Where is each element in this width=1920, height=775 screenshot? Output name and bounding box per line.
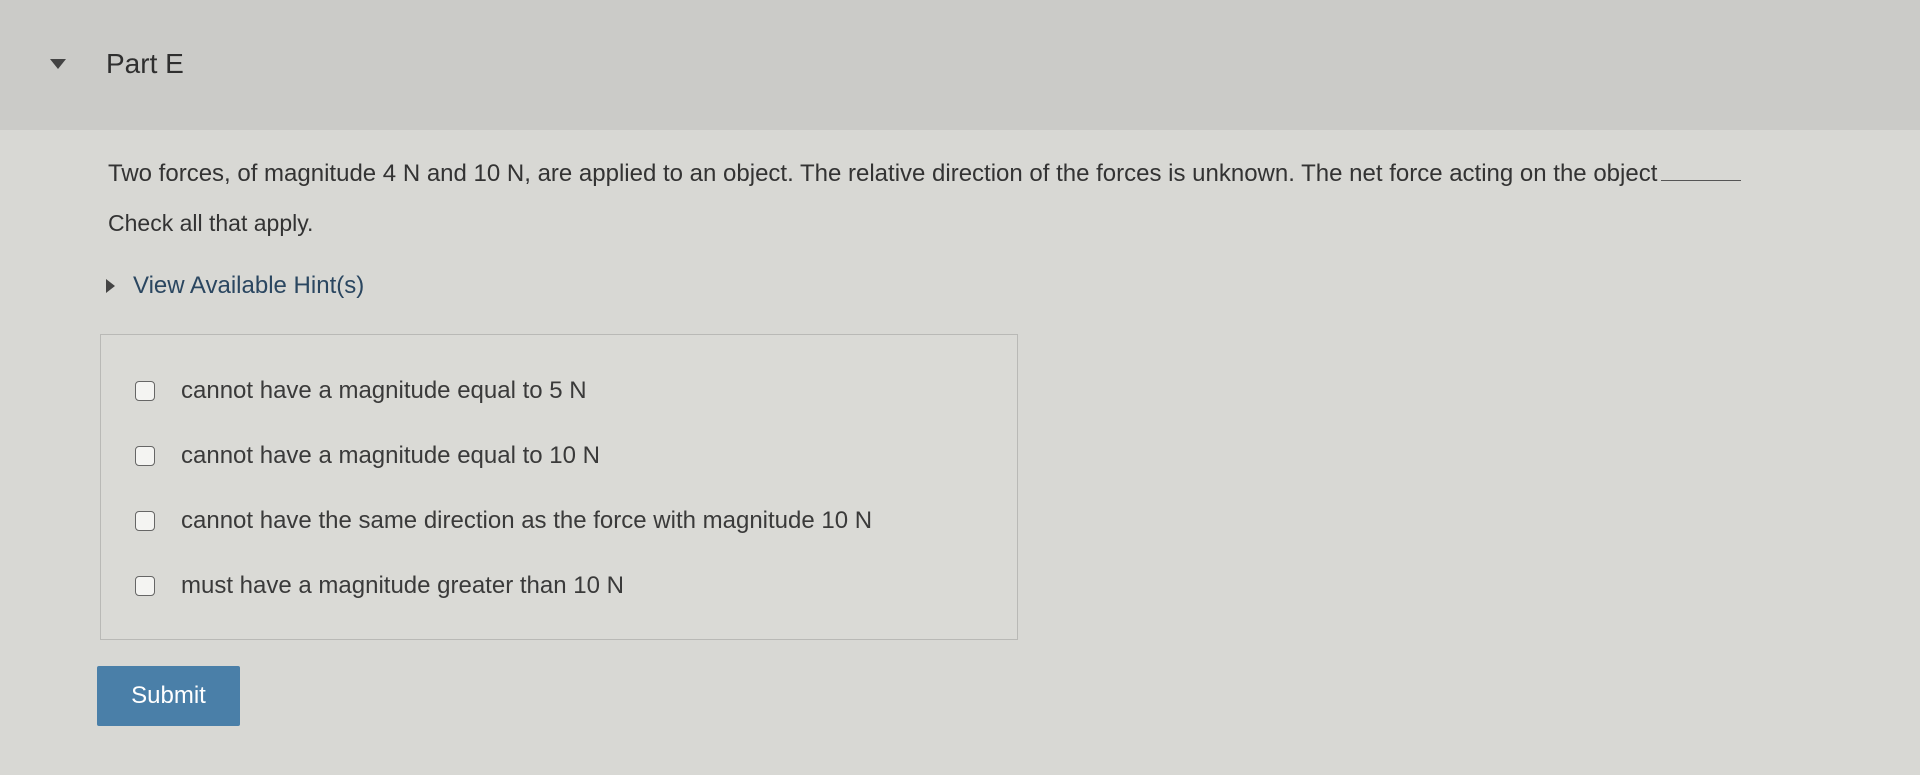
option-3[interactable]: cannot have the same direction as the fo…: [135, 507, 872, 535]
option-1-label: cannot have a magnitude equal to 5 N: [181, 377, 587, 404]
part-e-toggle[interactable]: Part E: [50, 42, 184, 86]
instruction-text: Check all that apply.: [108, 210, 314, 236]
caret-down-icon: [50, 59, 66, 69]
checkbox-option-2[interactable]: [135, 446, 155, 466]
submit-button[interactable]: Submit: [97, 666, 240, 726]
view-hints-label: View Available Hint(s): [133, 272, 365, 299]
view-hints-toggle[interactable]: View Available Hint(s): [106, 272, 364, 300]
checkbox-option-4[interactable]: [135, 576, 155, 596]
option-4-label: must have a magnitude greater than 10 N: [181, 572, 624, 599]
checkbox-option-1[interactable]: [135, 381, 155, 401]
option-4[interactable]: must have a magnitude greater than 10 N: [135, 572, 624, 600]
part-header: [0, 0, 1920, 130]
checkbox-option-3[interactable]: [135, 511, 155, 531]
caret-right-icon: [106, 279, 115, 293]
answer-options-box: cannot have a magnitude equal to 5 N can…: [100, 334, 1018, 640]
question-body: Two forces, of magnitude 4 N and 10 N, a…: [108, 160, 1658, 187]
option-2-label: cannot have a magnitude equal to 10 N: [181, 442, 600, 469]
option-3-label: cannot have the same direction as the fo…: [181, 507, 873, 534]
option-2[interactable]: cannot have a magnitude equal to 10 N: [135, 442, 600, 470]
option-1[interactable]: cannot have a magnitude equal to 5 N: [135, 377, 587, 405]
question-text: Two forces, of magnitude 4 N and 10 N, a…: [108, 160, 1742, 188]
answer-blank: [1661, 160, 1742, 181]
part-title: Part E: [106, 48, 184, 79]
